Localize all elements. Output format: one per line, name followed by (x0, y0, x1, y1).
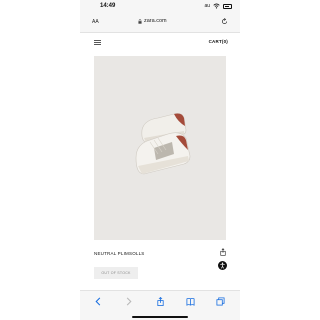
home-indicator (132, 316, 188, 318)
sneakers-image (135, 113, 191, 175)
tabs-icon[interactable] (216, 297, 225, 306)
battery-icon (223, 3, 232, 9)
carrier-label: au (204, 3, 210, 9)
cart-link[interactable]: CART(0) (209, 39, 228, 44)
status-indicators: au (204, 3, 232, 9)
share-sheet-icon[interactable] (156, 297, 165, 306)
url-field[interactable]: zara.com (138, 18, 167, 24)
back-icon[interactable] (94, 297, 103, 306)
product-name: NEUTRAL PLIMSOLLS (94, 251, 145, 256)
product-image[interactable] (94, 56, 226, 240)
forward-icon[interactable] (124, 297, 133, 306)
browser-toolbar (80, 290, 240, 320)
wifi-icon (213, 3, 220, 9)
bookmarks-icon[interactable] (186, 297, 195, 306)
accessibility-icon[interactable] (218, 261, 227, 270)
site-header: CART(0) (80, 32, 240, 52)
text-size-button[interactable]: AA (92, 19, 99, 25)
address-bar[interactable]: AA zara.com (80, 14, 240, 33)
lock-icon (138, 18, 142, 24)
share-icon[interactable] (220, 248, 226, 256)
reload-icon[interactable] (221, 18, 228, 25)
status-time: 14:49 (100, 3, 116, 9)
phone-screen: 14:49 au AA zara.com CART(0) NEUTRAL PLI… (80, 0, 240, 320)
url-text: zara.com (144, 18, 167, 24)
out-of-stock-button[interactable]: OUT OF STOCK (94, 267, 138, 279)
status-bar: 14:49 au (80, 0, 240, 14)
menu-icon[interactable] (94, 40, 101, 45)
